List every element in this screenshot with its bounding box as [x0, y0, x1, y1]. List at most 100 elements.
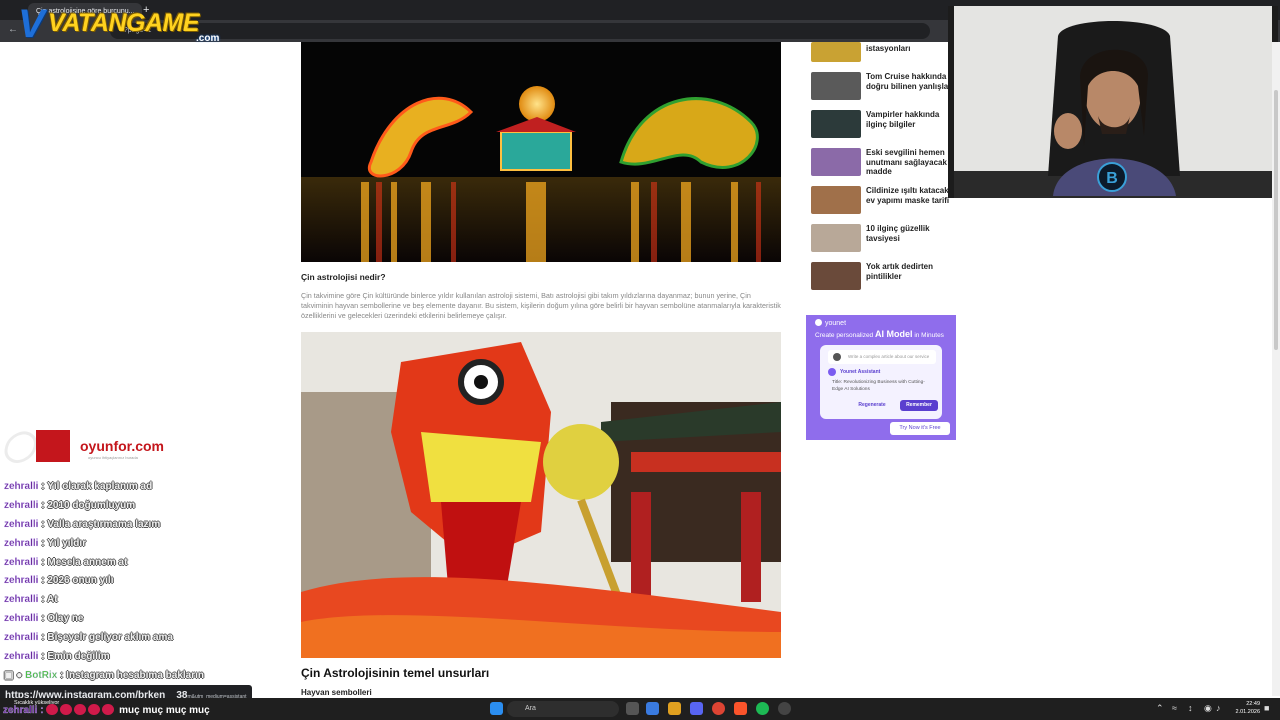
chat-text: 2026 onun yılı [47, 575, 114, 587]
chat-message: zehralli : At [4, 594, 58, 606]
logo-text: VATANGAME [48, 9, 200, 37]
chat-text: Emin değilim [47, 651, 110, 663]
related-title: Vampirler hakkında ilginç bilgiler [866, 110, 940, 129]
vatangame-logo: V VATANGAME .com [18, 4, 238, 44]
back-icon[interactable]: ← [8, 24, 18, 35]
usb-tray-icon[interactable]: ↕ [1188, 703, 1193, 713]
chat-message: zehralli : Olay ne [4, 613, 84, 625]
related-item[interactable]: Cildinize ışıltı katacak ev yapımı maske… [811, 186, 956, 216]
wifi-icon[interactable]: ◉ [1204, 703, 1212, 714]
emote-icon [46, 704, 59, 715]
bot-badge-icon: ▣ ● [4, 669, 26, 681]
ad-headline: Create personalized AI Model in Minutes [815, 329, 944, 339]
emote-icon [60, 704, 73, 715]
chat-username: zehralli [4, 518, 39, 530]
ad-remember-button[interactable]: Remember [900, 400, 938, 411]
chat-message: zehralli : Yıl yıldır [4, 537, 87, 549]
file-explorer-icon[interactable] [668, 702, 681, 715]
chat-username: zehralli [4, 632, 39, 644]
copilot-icon[interactable] [646, 702, 659, 715]
chat-text: muç muç muç muç [119, 705, 210, 716]
oyunfor-tagline: oyuncu ihtiyaçlarınız burada [88, 455, 138, 460]
link-hover-status: https://www.instagram.com/brken__38m&utm… [0, 685, 252, 701]
article-heading: Çin Astrolojisinin temel unsurları [301, 666, 490, 680]
ad-brand: younet [815, 319, 846, 327]
chat-emotes [46, 704, 116, 716]
volume-icon[interactable]: ♪ [1216, 703, 1221, 713]
chat-username: zehralli [4, 499, 39, 511]
watermark-logo: ◯ [2, 429, 36, 462]
younet-ad[interactable]: younet Create personalized AI Model in M… [806, 315, 956, 440]
related-item[interactable]: 10 ilginç güzellik tavsiyesi [811, 224, 956, 254]
clock-date: 2.01.2026 [1235, 709, 1260, 715]
article-image-dragon-dance [301, 332, 781, 658]
chat-message: zehralli : Bişeyelr geliyor aklım ama [4, 632, 173, 644]
chat-username: zehralli [4, 594, 39, 606]
stream-chat: zehralli : Yıl olarak kaplanım ad zehral… [4, 480, 294, 688]
spotify-icon[interactable] [756, 702, 769, 715]
chrome-icon[interactable] [712, 702, 725, 715]
chat-username: zehralli [4, 556, 39, 568]
ad-try-now-button[interactable]: Try Now it's Free [890, 422, 950, 435]
ad-headline-pre: Create personalized [815, 332, 874, 339]
chat-text: Bişeyelr geliyor aklım ama [47, 632, 173, 644]
ad-headline-post: in Minutes [914, 332, 944, 339]
related-item[interactable]: Vampirler hakkında ilginç bilgiler [811, 110, 956, 140]
discord-icon[interactable] [690, 702, 703, 715]
related-item[interactable]: Eski sevgilini hemen unutmanı sağlayacak… [811, 148, 956, 178]
chat-message: zehralli : Mesela annem at [4, 556, 128, 568]
task-view-icon[interactable] [626, 702, 639, 715]
brave-icon[interactable] [734, 702, 747, 715]
obs-icon[interactable] [778, 702, 791, 715]
related-item[interactable]: istasyonları [811, 42, 956, 72]
chat-username: BotRix [25, 669, 58, 681]
chat-username: zehralli : [3, 705, 44, 716]
oyunfor-sponsor: oyunfor.com oyuncu ihtiyaçlarınız burada [36, 430, 166, 462]
related-title: Eski sevgilini hemen unutmanı sağlayacak… [866, 148, 954, 176]
chat-text: Instagram hesabıma bakların [66, 669, 205, 681]
page-scrollbar-thumb[interactable] [1274, 90, 1278, 350]
related-title: istasyonları [866, 44, 911, 53]
ad-regenerate-button[interactable]: Regenerate [850, 400, 894, 411]
webcam-picture: B [954, 6, 1272, 198]
chat-text: Valla araştırmama lazım [47, 518, 161, 530]
related-thumb [811, 42, 861, 62]
article-subheading: Hayvan sembolleri [301, 688, 372, 697]
oyunfor-logo-mark [36, 430, 70, 462]
chat-text: Yıl olarak kaplanım ad [47, 481, 153, 492]
chat-username: zehralli [4, 537, 39, 549]
emote-icon [102, 704, 115, 715]
chat-message: zehralli : Emin değilim [4, 651, 110, 663]
related-thumb [811, 148, 861, 176]
chat-username: zehralli [4, 651, 39, 663]
oyunfor-name: oyunfor.com [80, 438, 165, 454]
section-body: Çin takvimine göre Çin kültüründe binler… [301, 291, 781, 320]
chat-username: zehralli [4, 575, 39, 587]
chat-username: zehralli [4, 613, 39, 625]
related-item[interactable]: Tom Cruise hakkında doğru bilinen yanlış… [811, 72, 956, 102]
svg-text:B: B [1106, 170, 1118, 187]
chat-text: At [46, 594, 58, 606]
ad-body-text: Title: Revolutionizing Business with Cut… [832, 380, 925, 392]
tray-chevron-icon[interactable]: ⌃ [1156, 703, 1164, 714]
clock-time: 22:49 [1246, 701, 1260, 707]
emote-icon [74, 704, 87, 715]
dragon-dance-picture [301, 332, 781, 658]
emote-icon [88, 704, 101, 715]
related-item[interactable]: Yok artık dedirten pintilikler [811, 262, 956, 292]
taskbar-search[interactable]: Ara [507, 701, 619, 717]
related-title: 10 ilginç güzellik tavsiyesi [866, 224, 930, 243]
related-thumb [811, 72, 861, 100]
chat-text: 2010 doğumluyum [47, 499, 136, 511]
notification-icon[interactable]: ■ [1264, 703, 1269, 713]
related-title: Yok artık dedirten pintilikler [866, 262, 933, 281]
taskbar-clock[interactable]: 22:49 2.01.2026 [1226, 700, 1260, 716]
chat-username: zehralli [4, 481, 39, 492]
ad-headline-bold: AI Model [875, 329, 913, 339]
network-tray-icon[interactable]: ≈ [1172, 703, 1177, 713]
related-thumb [811, 186, 861, 214]
logo-domain: .com [196, 33, 220, 44]
windows-start-icon[interactable] [490, 702, 503, 715]
related-title: Cildinize ışıltı katacak ev yapımı maske… [866, 186, 950, 205]
chat-text: Yıl yıldır [47, 537, 87, 549]
